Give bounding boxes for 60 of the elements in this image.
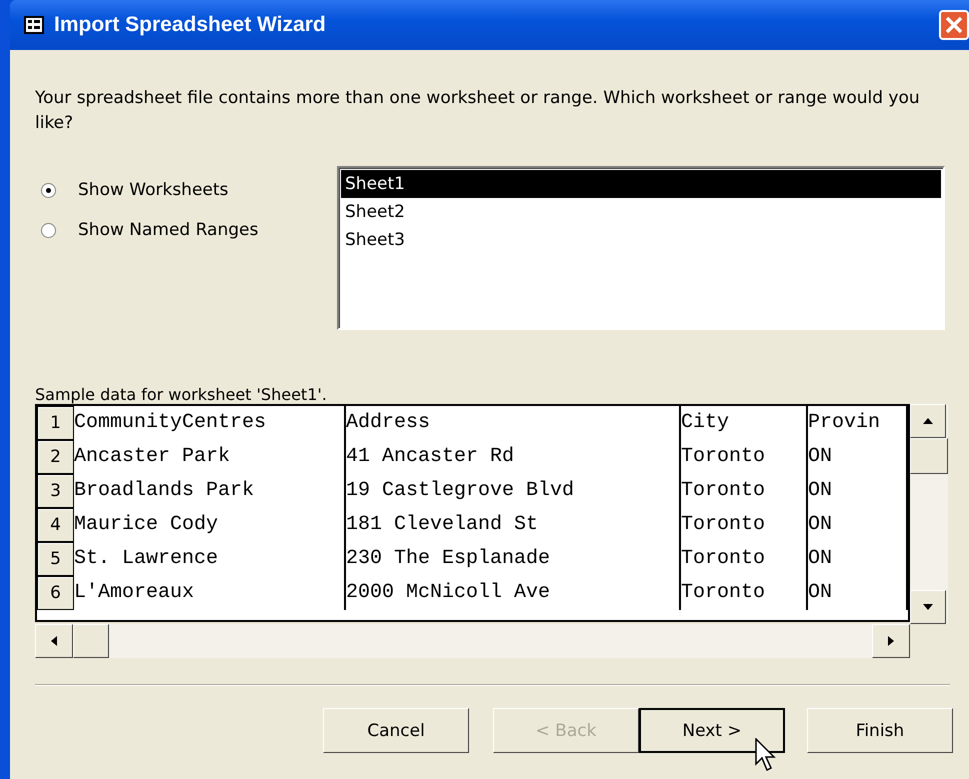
row-number: 2 [37,440,74,474]
scroll-up-button[interactable] [910,404,946,438]
table-cell: ON [808,440,908,474]
table-cell: ON [808,508,908,542]
horizontal-scrollbar[interactable] [35,624,910,658]
table-cell: 230 The Esplanade [346,542,681,576]
up-arrow-icon [922,417,934,425]
table-cell: City [681,406,808,440]
scroll-down-button[interactable] [910,590,946,624]
form-icon [24,16,44,34]
close-button[interactable] [939,10,969,40]
prompt-text: Your spreadsheet file contains more than one worksheet or range. Which worksheet or range would you like? [35,87,921,135]
table-cell: L'Amoreaux [74,576,346,610]
table-cell: 181 Cleveland St [346,508,681,542]
window-title: Import Spreadsheet Wizard [54,13,327,37]
worksheet-list[interactable]: Sheet1 Sheet2 Sheet3 [337,166,945,330]
row-number: 3 [37,474,74,508]
row-number: 6 [37,576,74,610]
row-number: 4 [37,508,74,542]
radio-button[interactable] [41,182,56,198]
right-arrow-icon [887,635,895,647]
table-cell: 19 Castlegrove Blvd [346,474,681,508]
vertical-scrollbar[interactable] [910,404,948,624]
table-cell: Toronto [681,508,808,542]
table-cell: Provin [808,406,908,440]
scroll-thumb[interactable] [910,438,948,474]
table-cell: 41 Ancaster Rd [346,440,681,474]
scroll-thumb[interactable] [73,624,109,658]
close-icon [943,14,965,36]
worksheet-item[interactable]: Sheet1 [341,170,941,198]
table-cell: Toronto [681,474,808,508]
table-cell: Toronto [681,440,808,474]
mouse-pointer-icon [755,738,779,772]
worksheet-item[interactable]: Sheet2 [341,198,941,226]
table-cell: ON [808,576,908,610]
table-cell: St. Lawrence [74,542,346,576]
table-cell: Maurice Cody [74,508,346,542]
wizard-button[interactable]: Finish [807,708,953,753]
table-cell: Ancaster Park [74,440,346,474]
table-cell: CommunityCentres [74,406,346,440]
table-cell: 2000 McNicoll Ave [346,576,681,610]
table-cell: ON [808,542,908,576]
sample-caption: Sample data for worksheet 'Sheet1'. [35,385,328,404]
radio-label[interactable]: Show Named Ranges [78,220,258,240]
scroll-right-button[interactable] [872,624,910,658]
left-arrow-icon [50,635,58,647]
table-cell: Address [346,406,681,440]
table-cell: ON [808,474,908,508]
table-cell: Broadlands Park [74,474,346,508]
radio-label[interactable]: Show Worksheets [78,180,228,200]
radio-button[interactable] [41,222,56,238]
scroll-left-button[interactable] [35,624,73,658]
table-cell: Toronto [681,576,808,610]
wizard-button[interactable]: Next > [639,708,785,753]
table-cell: Toronto [681,542,808,576]
row-number: 5 [37,542,74,576]
row-number: 1 [37,406,74,440]
down-arrow-icon [922,603,934,611]
wizard-button[interactable]: Cancel [323,708,469,753]
worksheet-item[interactable]: Sheet3 [341,226,941,254]
